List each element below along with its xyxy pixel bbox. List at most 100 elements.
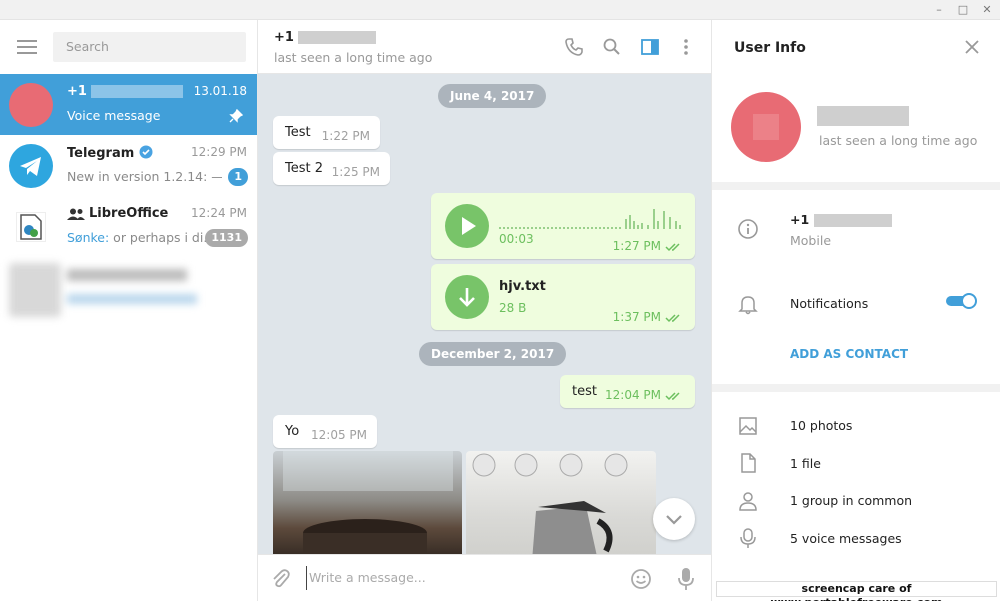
media-files[interactable]: 1 file xyxy=(790,456,821,471)
libreoffice-logo-icon xyxy=(16,212,46,242)
date-separator: December 2, 2017 xyxy=(419,342,567,366)
read-checks-icon xyxy=(665,314,680,323)
menu-icon[interactable] xyxy=(17,40,37,54)
file-icon xyxy=(741,453,756,473)
message-composer: Write a message... xyxy=(258,554,711,601)
file-name: hjv.txt xyxy=(499,279,546,294)
close-icon[interactable] xyxy=(964,39,980,55)
message-text: Test 2 xyxy=(285,161,324,176)
search-input[interactable]: Search xyxy=(53,32,246,62)
peer-status: last seen a long time ago xyxy=(274,50,433,65)
bell-icon xyxy=(738,296,758,315)
chat-list-header: Search xyxy=(0,20,257,74)
message-in[interactable]: Test 1:22 PM xyxy=(273,116,380,149)
voice-messages[interactable]: 5 voice messages xyxy=(790,531,902,546)
date-separator: June 4, 2017 xyxy=(438,84,547,108)
unread-badge: 1 xyxy=(228,168,248,186)
chat-item-telegram[interactable]: Telegram 12:29 PM New in version 1.2.14:… xyxy=(0,135,257,196)
peer-name[interactable]: +1 xyxy=(274,30,377,45)
pin-icon xyxy=(229,109,243,123)
window-title-bar: – □ ✕ xyxy=(0,0,1000,20)
verified-icon xyxy=(139,145,153,159)
group-icon xyxy=(67,208,85,220)
message-time: 1:27 PM xyxy=(612,239,661,253)
chat-name: LibreOffice xyxy=(89,206,169,221)
profile-status: last seen a long time ago xyxy=(819,133,978,148)
person-icon xyxy=(739,492,757,511)
close-window-button[interactable]: ✕ xyxy=(978,2,996,18)
message-out[interactable]: test 12:04 PM xyxy=(560,375,695,408)
chat-time: 12:24 PM xyxy=(191,206,247,220)
notifications-toggle[interactable] xyxy=(945,293,977,309)
chat-preview: Voice message xyxy=(67,108,161,123)
message-in[interactable]: Yo 12:05 PM xyxy=(273,415,377,448)
phone-label: Mobile xyxy=(790,233,832,248)
message-time: 1:37 PM xyxy=(612,310,661,324)
chat-name: Telegram xyxy=(67,145,153,161)
panel-title: User Info xyxy=(734,40,806,56)
groups-in-common[interactable]: 1 group in common xyxy=(790,493,912,508)
download-icon[interactable] xyxy=(445,275,489,319)
search-icon[interactable] xyxy=(602,37,622,57)
blurred-preview xyxy=(67,294,197,304)
message-list[interactable]: June 4, 2017 Test 1:22 PM Test 2 1:25 PM… xyxy=(258,74,711,554)
chat-name: +1 xyxy=(67,84,184,99)
message-time: 1:25 PM xyxy=(331,165,380,179)
redacted-name xyxy=(817,106,909,126)
voice-message-out[interactable]: 00:03 1:27 PM xyxy=(431,193,695,259)
redacted-phone xyxy=(298,31,377,44)
message-time: 12:04 PM xyxy=(605,388,661,402)
sidebar-toggle-icon[interactable] xyxy=(640,37,660,57)
chat-preview: Sønke: or perhaps i di... xyxy=(67,230,207,245)
minimize-button[interactable]: – xyxy=(930,2,948,18)
redacted-phone xyxy=(91,85,184,98)
file-message-out[interactable]: hjv.txt 28 B 1:37 PM xyxy=(431,264,695,330)
chat-time: 13.01.18 xyxy=(193,84,247,98)
telegram-logo-icon xyxy=(9,144,53,188)
message-input[interactable]: Write a message... xyxy=(306,566,606,590)
chat-item-blurred[interactable] xyxy=(0,257,257,318)
conversation-panel: +1 last seen a long time ago June 4, 201… xyxy=(258,20,711,601)
avatar xyxy=(9,83,53,127)
read-checks-icon xyxy=(665,392,680,401)
section-divider xyxy=(712,182,1000,190)
profile-avatar[interactable] xyxy=(731,92,801,162)
phone-call-icon[interactable] xyxy=(564,37,584,57)
unread-badge: 1131 xyxy=(205,229,248,247)
chat-item-libreoffice[interactable]: LibreOffice 12:24 PM Sønke: or perhaps i… xyxy=(0,196,257,257)
emoji-icon[interactable] xyxy=(630,568,652,590)
photos-icon xyxy=(739,417,757,435)
notifications-label: Notifications xyxy=(790,296,869,311)
maximize-button[interactable]: □ xyxy=(954,2,972,18)
chat-preview: New in version 1.2.14: —... xyxy=(67,169,222,184)
watermark: screencap care of www.portablefreeware.c… xyxy=(716,581,997,601)
media-photos[interactable]: 10 photos xyxy=(790,418,852,433)
message-text: Yo xyxy=(285,424,300,439)
play-icon[interactable] xyxy=(445,204,489,248)
user-info-panel: User Info last seen a long time ago +1 M… xyxy=(711,20,1000,601)
photo-coffee-grounds[interactable] xyxy=(273,451,462,554)
waveform xyxy=(499,209,681,229)
add-as-contact-button[interactable]: ADD AS CONTACT xyxy=(790,347,908,361)
read-checks-icon xyxy=(665,243,680,252)
microphone-icon xyxy=(740,528,756,548)
voice-duration: 00:03 xyxy=(499,232,534,246)
message-in[interactable]: Test 2 1:25 PM xyxy=(273,152,390,185)
message-time: 1:22 PM xyxy=(321,129,370,143)
avatar xyxy=(9,263,61,317)
file-size: 28 B xyxy=(499,301,527,315)
chat-item-voice[interactable]: +1 13.01.18 Voice message xyxy=(0,74,257,135)
chat-list-panel: Search +1 13.01.18 Voice message Telegra… xyxy=(0,20,258,601)
attach-icon[interactable] xyxy=(270,568,292,590)
scroll-down-button[interactable] xyxy=(653,498,695,540)
chevron-down-icon xyxy=(666,515,682,525)
message-text: Test xyxy=(285,125,311,140)
message-time: 12:05 PM xyxy=(311,428,367,442)
phone-number[interactable]: +1 xyxy=(790,212,892,227)
photo-kettle[interactable] xyxy=(466,451,656,554)
blurred-name xyxy=(67,269,187,281)
section-divider xyxy=(712,384,1000,392)
conversation-header: +1 last seen a long time ago xyxy=(258,20,711,74)
more-options-icon[interactable] xyxy=(676,37,696,57)
microphone-icon[interactable] xyxy=(676,567,696,591)
